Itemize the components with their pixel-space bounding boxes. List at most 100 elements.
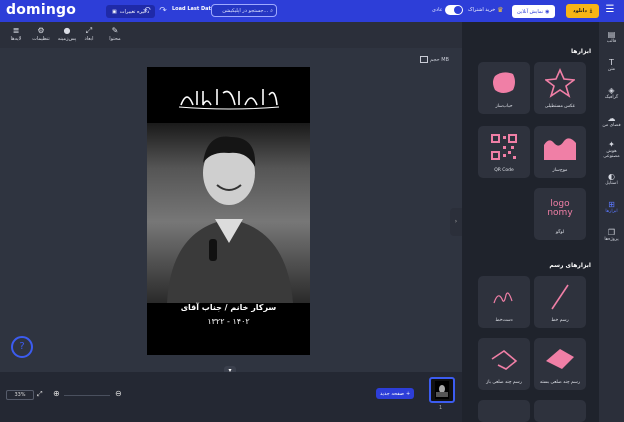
toolbar-background[interactable]: ● پس‌زمینه <box>56 26 78 42</box>
toolbar-layers[interactable]: ≣ لایه‌ها <box>5 26 27 42</box>
editor-toolbar: ✎ محتوا ⤢ ابعاد ● پس‌زمینه ⚙ تنظیمات ≣ ل… <box>0 22 462 48</box>
calligraphy-graphic <box>178 89 280 110</box>
nav-item-my-space[interactable]: ☁ فضای من <box>599 114 624 128</box>
nav-item-graphics[interactable]: ◈ گرافیک <box>599 86 624 100</box>
graphics-icon: ◈ <box>608 86 615 95</box>
load-last-data-button[interactable]: Load Last Data <box>172 6 214 12</box>
file-size-label: حجم MB <box>430 56 449 63</box>
signature-icon <box>478 280 530 314</box>
tool-tile-open-polygon[interactable]: رسم چند ضلعی باز <box>478 338 530 390</box>
toolbar-content-label: محتوا <box>109 36 121 42</box>
buy-subscription-link[interactable]: خرید اشتراک ♛ <box>468 6 503 14</box>
tool-tile-signature[interactable]: دست‌خط <box>478 276 530 328</box>
toolbar-background-label: پس‌زمینه <box>57 36 77 42</box>
zoom-in-icon[interactable]: ⊕ <box>53 389 60 398</box>
blob-icon <box>478 66 530 100</box>
nav-label: فضای من <box>602 123 621 128</box>
bottom-bar: 33% ⤢ ⊕ ⊖ صفحه جدید + 1 <box>0 372 462 422</box>
fullscreen-icon[interactable]: ⤢ <box>37 390 43 399</box>
polygon-closed-icon <box>534 342 586 376</box>
logo-text-line2: nomy <box>547 208 573 218</box>
tool-tile-closed-polygon[interactable]: رسم چند ضلعی بسته <box>534 338 586 390</box>
caption-date[interactable]: ۱۳۲۲ - ۱۴۰۲ <box>147 317 310 326</box>
toolbar-layers-label: لایه‌ها <box>10 36 22 42</box>
tool-label: QR Code <box>494 168 514 173</box>
resize-icon: ⤢ <box>85 26 93 35</box>
nav-item-text[interactable]: T متن <box>599 58 624 72</box>
crown-icon: ♛ <box>497 6 504 14</box>
new-page-label: صفحه جدید <box>380 390 405 397</box>
page-thumbnail[interactable] <box>429 377 455 403</box>
tool-label: لوگو <box>555 230 565 235</box>
star-icon <box>534 66 586 100</box>
size-box-icon <box>420 56 428 63</box>
toggle-switch[interactable] <box>444 5 463 15</box>
help-button[interactable]: ? <box>11 336 33 358</box>
toolbar-settings-label: تنظیمات <box>32 36 50 42</box>
edit-icon: ✎ <box>111 26 119 35</box>
settings-icon: ⚙ <box>37 26 45 35</box>
hamburger-menu-icon[interactable]: ☰ <box>604 4 616 16</box>
toggle-label: عادی <box>432 7 443 13</box>
ai-wand-icon: ✦ <box>608 140 615 149</box>
toggle-knob <box>453 6 462 14</box>
toolbar-content[interactable]: ✎ محتوا <box>104 26 126 42</box>
download-button[interactable]: دانلود ⤓ <box>566 4 600 18</box>
page-number: 1 <box>439 405 443 411</box>
download-label: دانلود <box>573 8 587 14</box>
top-bar: domingo ▣ ذخیره تغییرات ↶ ↷ Load Last Da… <box>0 0 624 22</box>
portrait-photo[interactable] <box>147 123 310 303</box>
nav-label: گرافیک <box>604 95 619 100</box>
tool-tile-image-frame[interactable]: عکس مستطیلی <box>534 62 586 114</box>
tool-tile-wave[interactable]: موج‌ساز <box>534 126 586 178</box>
redo-icon[interactable]: ↷ <box>158 5 168 17</box>
nav-item-tools[interactable]: ⊞ ابزارها <box>599 200 624 214</box>
toolbar-dimensions-label: ابعاد <box>84 36 94 42</box>
tool-tile-qr[interactable]: QR Code <box>478 126 530 178</box>
zoom-out-icon[interactable]: ⊖ <box>115 389 122 398</box>
template-icon: ▤ <box>607 30 616 39</box>
tool-label: رسم چند ضلعی بسته <box>539 380 580 385</box>
tool-label: رسم خط <box>551 318 569 323</box>
tool-tile-logo[interactable]: logo nomy لوگو <box>534 188 586 240</box>
toolbar-settings[interactable]: ⚙ تنظیمات <box>30 26 52 42</box>
app-logo[interactable]: domingo <box>6 2 76 18</box>
tools-section-title: ابزارها <box>571 48 591 55</box>
tool-tile-draw-line[interactable]: رسم خط <box>534 276 586 328</box>
nav-item-template[interactable]: ▤ قالب <box>599 30 624 44</box>
tool-tile-partial[interactable] <box>478 400 530 422</box>
drawing-section-title: ابزارهای رسم <box>549 262 591 269</box>
tool-label: عکس مستطیلی <box>544 104 576 109</box>
nav-label: ابزارها <box>605 209 618 214</box>
thumbnail-preview <box>435 381 449 399</box>
search-input[interactable]: جستجو در اپلیکیشن... ⌕ <box>211 4 277 17</box>
nav-item-projects[interactable]: ❐ پروژه‌ها <box>599 228 624 242</box>
nav-item-ai[interactable]: ✦ هوش مصنوعی <box>599 140 624 159</box>
zoom-slider[interactable] <box>64 395 110 396</box>
toolbar-dimensions[interactable]: ⤢ ابعاد <box>78 26 100 42</box>
logo-icon: logo nomy <box>534 192 586 226</box>
undo-icon[interactable]: ↶ <box>142 5 152 17</box>
line-icon <box>534 280 586 314</box>
caption-name[interactable]: سرکار خانم / جناب آقای <box>147 303 310 312</box>
qr-code-icon <box>478 130 530 164</box>
nav-item-style[interactable]: ◐ استایل <box>599 172 624 186</box>
artboard-header <box>147 67 310 127</box>
plus-icon: + <box>406 390 411 397</box>
portrait-figure <box>167 136 293 303</box>
online-preview-button[interactable]: نمایش آنلاین ◉ <box>512 5 555 18</box>
mode-toggle[interactable]: عادی <box>432 5 463 15</box>
eye-icon: ◉ <box>545 8 550 15</box>
search-placeholder: جستجو در اپلیکیشن... <box>222 7 269 14</box>
zoom-select[interactable]: 33% <box>6 390 34 400</box>
new-page-button[interactable]: صفحه جدید + <box>376 388 415 399</box>
tool-tile-partial[interactable] <box>534 400 586 422</box>
nav-label: قالب <box>606 39 617 44</box>
search-icon: ⌕ <box>270 7 273 14</box>
polygon-open-icon <box>478 342 530 376</box>
tool-label: رسم چند ضلعی باز <box>486 380 522 385</box>
wave-icon <box>534 130 586 164</box>
tool-tile-blob[interactable]: حباب‌ساز <box>478 62 530 114</box>
artboard[interactable]: سرکار خانم / جناب آقای ۱۳۲۲ - ۱۴۰۲ <box>147 67 310 355</box>
panel-toggle-handle[interactable]: › <box>450 208 462 236</box>
